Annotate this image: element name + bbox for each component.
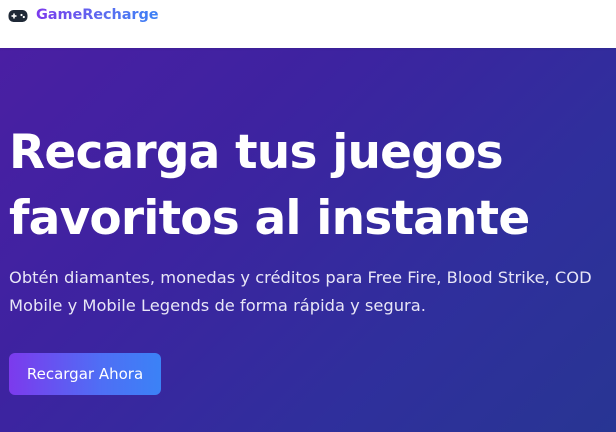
hero-title: Recarga tus juegos favoritos al instante <box>9 125 530 246</box>
brand-logo-link[interactable]: GameRecharge <box>8 7 159 23</box>
brand-name: GameRecharge <box>36 7 159 23</box>
top-navigation-bar: GameRecharge <box>0 0 616 48</box>
gamepad-icon <box>8 8 28 22</box>
recharge-now-button[interactable]: Recargar Ahora <box>9 353 161 395</box>
hero-section: Recarga tus juegos favoritos al instante… <box>0 48 616 432</box>
hero-subtitle: Obtén diamantes, monedas y créditos para… <box>9 268 592 315</box>
